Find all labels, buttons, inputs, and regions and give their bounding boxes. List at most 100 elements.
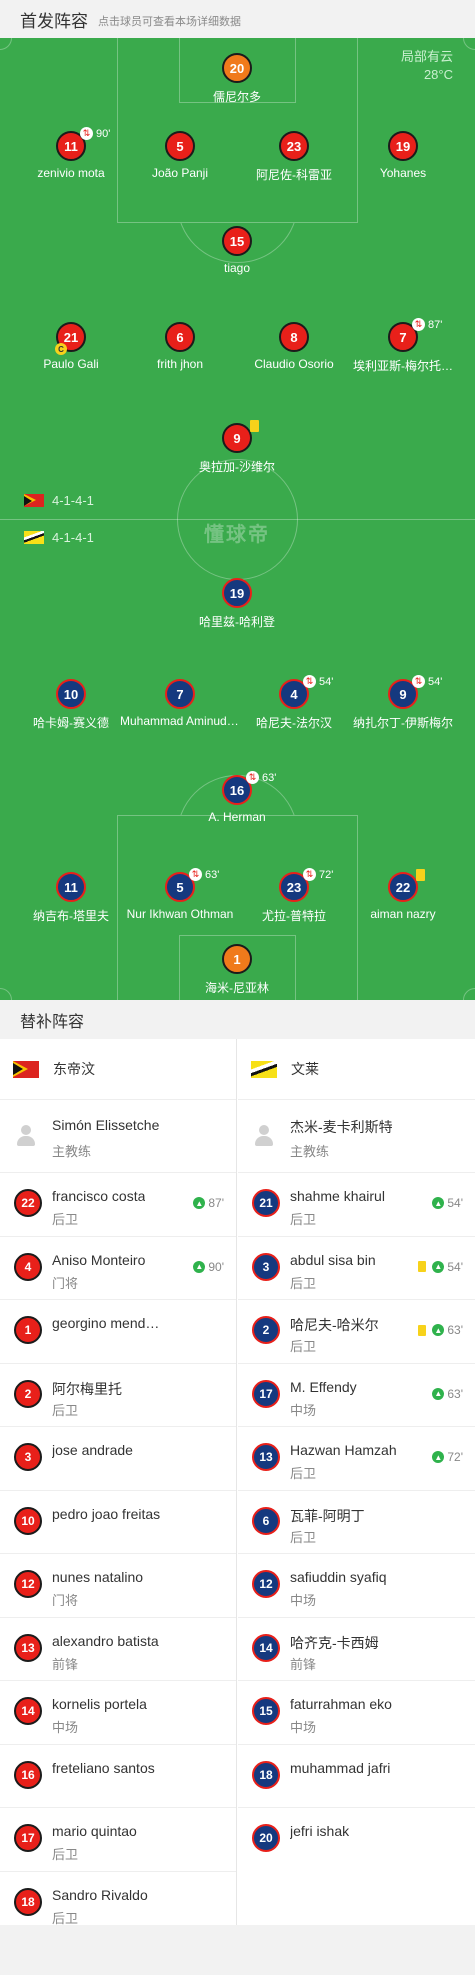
home-player[interactable]: 20 儒尼尔多 bbox=[177, 53, 297, 105]
sub-player-number: 15 bbox=[252, 1697, 280, 1725]
home-player[interactable]: 15 tiago bbox=[177, 226, 297, 275]
sub-player-name: jefri ishak bbox=[290, 1823, 350, 1839]
away-player[interactable]: 7 Muhammad Aminuddin bbox=[120, 679, 240, 728]
corner-arc-tl bbox=[0, 38, 12, 50]
player-number: 7 bbox=[176, 686, 184, 702]
player-name: 埃利亚斯-梅尔托… bbox=[353, 359, 453, 373]
away-player[interactable]: 22 aiman nazry bbox=[343, 869, 463, 921]
substitution-minute: 63' bbox=[205, 868, 220, 881]
away-player[interactable]: 23 ⇅ 72' 尤拉-普特拉 bbox=[234, 868, 354, 924]
away-subs-column: 文莱 杰米-麦卡利斯特 主教练 21 shahme khairul 后卫 ▲ 54' 3 a… bbox=[238, 1039, 475, 1925]
sub-player-row[interactable]: 22 francisco costa 后卫 ▲ 87' bbox=[0, 1172, 236, 1236]
yellow-card-icon bbox=[418, 1324, 427, 1336]
home-player[interactable]: 7 ⇅ 87' 埃利亚斯-梅尔托… bbox=[343, 318, 463, 374]
player-name: 哈卡姆-赛义德 bbox=[33, 716, 109, 730]
home-player[interactable]: 23 阿尼佐-科雷亚 bbox=[234, 131, 354, 183]
sub-player-position: 后卫 bbox=[52, 1847, 79, 1862]
away-sub-list: 21 shahme khairul 后卫 ▲ 54' 3 abdul sisa bin 后卫 ▲… bbox=[238, 1172, 475, 1871]
sub-player-row[interactable]: 13 Hazwan Hamzah 后卫 ▲ 72' bbox=[238, 1426, 475, 1490]
home-subs-column: 东帝汶 Simón Elissetche 主教练 22 francisco cos… bbox=[0, 1039, 237, 1926]
sub-player-row[interactable]: 14 哈齐克-卡西姆 前锋 bbox=[238, 1616, 475, 1681]
away-player[interactable]: 5 ⇅ 63' Nur Ikhwan Othman bbox=[120, 868, 240, 921]
sub-player-name: pedro joao freitas bbox=[52, 1505, 161, 1522]
timor-leste-flag-icon bbox=[13, 1060, 39, 1078]
sub-player-position: 后卫 bbox=[52, 1212, 79, 1227]
lineup-title: 首发阵容 bbox=[20, 11, 88, 31]
substitutes-panel: 东帝汶 Simón Elissetche 主教练 22 francisco cos… bbox=[0, 1039, 475, 1926]
sub-player-row[interactable]: 1 georgino mendonca bbox=[0, 1299, 236, 1363]
sub-player-row[interactable]: 12 safiuddin syafiq 中场 bbox=[238, 1553, 475, 1617]
sub-player-row[interactable]: 14 kornelis portela 中场 bbox=[0, 1680, 236, 1744]
coach-name: Simón Elissetche bbox=[52, 1117, 160, 1133]
yellow-card-icon bbox=[418, 1261, 427, 1272]
away-player[interactable]: 10 哈卡姆-赛义德 bbox=[11, 679, 131, 731]
sub-player-row[interactable]: 17 mario quintao 后卫 bbox=[0, 1807, 236, 1871]
sub-player-number: 13 bbox=[252, 1443, 280, 1471]
away-player[interactable]: 4 ⇅ 54' 哈尼夫-法尔汉 bbox=[234, 675, 354, 731]
home-player[interactable]: 9 奥拉加-沙维尔 bbox=[177, 420, 297, 475]
substitution-minute: 90' bbox=[96, 127, 111, 140]
home-player[interactable]: 11 ⇅ 90' zenivio mota bbox=[11, 127, 131, 180]
player-number-badge: 1 bbox=[222, 944, 252, 974]
away-player[interactable]: 16 ⇅ 63' A. Herman bbox=[177, 771, 297, 824]
sub-player-row[interactable]: 2 哈尼夫-哈米尔 后卫 ▲ 63' bbox=[238, 1299, 475, 1363]
coach-name: 杰米-麦卡利斯特 bbox=[290, 1119, 393, 1135]
sub-player-row[interactable]: 10 pedro joao freitas bbox=[0, 1489, 236, 1554]
sub-player-row[interactable]: 6 瓦菲-阿明丁 后卫 bbox=[238, 1489, 475, 1554]
timor-leste-flag-icon bbox=[24, 494, 44, 507]
home-coach[interactable]: Simón Elissetche 主教练 bbox=[0, 1099, 236, 1172]
substitution-icon: ⇅ bbox=[80, 127, 93, 140]
player-name: Muhammad Aminuddin bbox=[120, 714, 240, 728]
corner-arc-bl bbox=[0, 988, 12, 1000]
sub-event: ▲ 54' bbox=[418, 1260, 463, 1274]
sub-player-row[interactable]: 21 shahme khairul 后卫 ▲ 54' bbox=[238, 1172, 475, 1236]
sub-player-number: 1 bbox=[14, 1316, 42, 1344]
sub-player-row[interactable]: 17 M. Effendy 中场 ▲ 63' bbox=[238, 1362, 475, 1427]
player-name: 尤拉-普特拉 bbox=[262, 909, 326, 923]
player-name: Nur Ikhwan Othman bbox=[126, 907, 234, 921]
home-player[interactable]: 6 frith jhon bbox=[120, 322, 240, 371]
sub-player-number: 18 bbox=[252, 1760, 280, 1789]
player-name: 奥拉加-沙维尔 bbox=[199, 460, 275, 474]
home-team-header[interactable]: 东帝汶 bbox=[0, 1039, 236, 1099]
player-number: 5 bbox=[176, 879, 184, 895]
sub-player-row[interactable]: 13 alexandro batista 前锋 bbox=[0, 1616, 236, 1681]
sub-in-icon: ▲ bbox=[193, 1197, 206, 1209]
sub-player-row[interactable]: 12 nunes natalino 门将 bbox=[0, 1553, 236, 1617]
home-player[interactable]: 19 Yohanes bbox=[343, 131, 463, 180]
away-player[interactable]: 11 纳吉布-塔里夫 bbox=[11, 872, 131, 924]
player-number: 11 bbox=[64, 138, 78, 154]
away-player[interactable]: 9 ⇅ 54' 纳扎尔丁-伊斯梅尔 bbox=[343, 675, 463, 731]
sub-player-row[interactable]: 3 jose andrade bbox=[0, 1426, 236, 1490]
away-coach[interactable]: 杰米-麦卡利斯特 主教练 bbox=[238, 1099, 475, 1172]
sub-player-number: 13 bbox=[14, 1633, 42, 1662]
home-player[interactable]: 5 João Panji bbox=[120, 131, 240, 180]
sub-player-name: mario quintao bbox=[52, 1823, 137, 1839]
home-player[interactable]: 8 Claudio Osorio bbox=[234, 322, 354, 371]
sub-in-minute: 54' bbox=[447, 1259, 463, 1274]
substitution-minute: 72' bbox=[319, 868, 334, 881]
sub-player-row[interactable]: 20 jefri ishak bbox=[238, 1807, 475, 1871]
sub-player-position: 后卫 bbox=[290, 1275, 317, 1291]
sub-player-row[interactable]: 18 muhammad jafri bbox=[238, 1743, 475, 1808]
corner-arc-br bbox=[463, 988, 475, 1000]
player-number-badge: 11 bbox=[56, 872, 86, 902]
sub-player-row[interactable]: 4 Aniso Monteiro 门将 ▲ 90' bbox=[0, 1235, 236, 1300]
sub-player-row[interactable]: 2 阿尔梅里托 后卫 bbox=[0, 1362, 236, 1427]
sub-player-row[interactable]: 16 freteliano santos bbox=[0, 1743, 236, 1808]
sub-in-minute: 63' bbox=[447, 1386, 463, 1401]
player-number-badge: 23 bbox=[279, 131, 309, 161]
away-player[interactable]: 19 哈里兹-哈利登 bbox=[177, 578, 297, 630]
sub-player-position: 中场 bbox=[52, 1720, 79, 1735]
away-team-header[interactable]: 文莱 bbox=[238, 1039, 475, 1099]
home-player[interactable]: 21 C Paulo Gali bbox=[11, 322, 131, 371]
sub-player-row[interactable]: 15 faturrahman eko 中场 bbox=[238, 1680, 475, 1744]
subs-title: 替补阵容 bbox=[0, 1000, 475, 1039]
sub-player-number: 2 bbox=[14, 1379, 42, 1408]
sub-player-row[interactable]: 3 abdul sisa bin 后卫 ▲ 54' bbox=[238, 1235, 475, 1300]
player-number: 11 bbox=[64, 879, 78, 895]
away-player[interactable]: 1 海米-尼亚林 bbox=[177, 944, 297, 996]
player-number-badge: 7 ⇅ 87' bbox=[388, 318, 442, 352]
player-number: 5 bbox=[176, 138, 184, 154]
sub-player-number: 3 bbox=[14, 1443, 42, 1471]
